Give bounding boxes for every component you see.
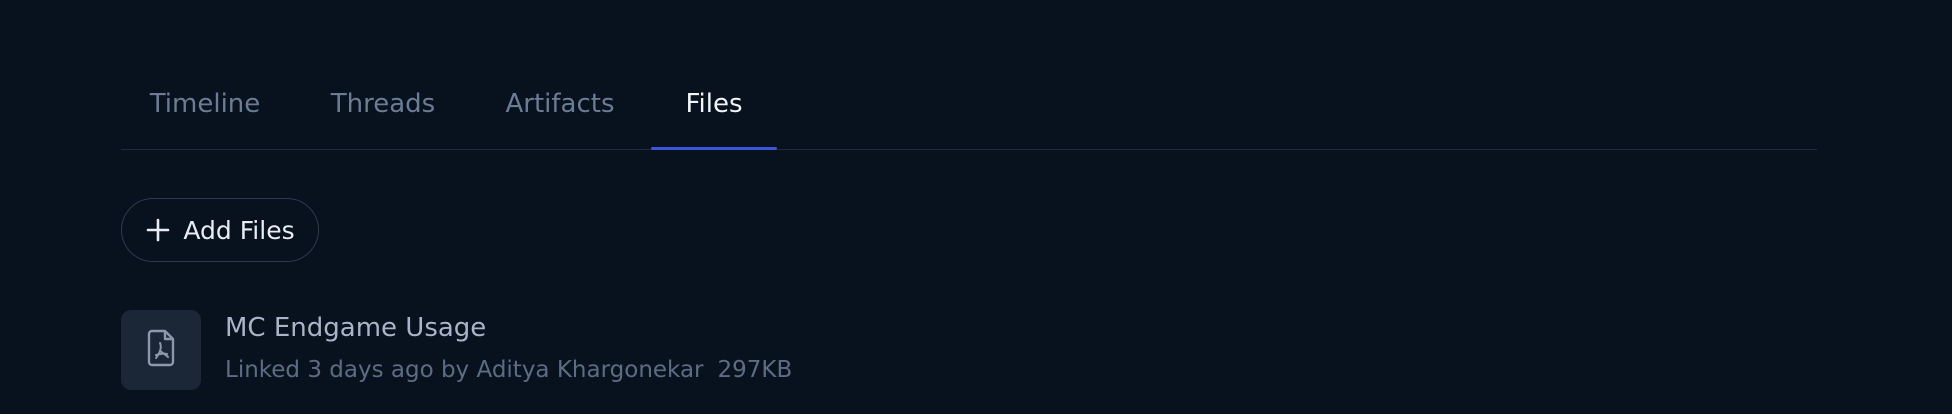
pdf-file-icon <box>145 329 177 371</box>
file-meta: Linked 3 days ago by Aditya Khargonekar 2… <box>225 356 792 384</box>
add-files-label: Add Files <box>183 215 295 245</box>
tab-threads[interactable]: Threads <box>299 58 467 149</box>
files-panel: Timeline Threads Artifacts Files Add Fil… <box>0 0 1952 414</box>
tab-artifacts[interactable]: Artifacts <box>476 58 644 149</box>
file-list-item[interactable]: MC Endgame Usage Linked 3 days ago by Ad… <box>121 310 1021 390</box>
tab-timeline[interactable]: Timeline <box>121 58 289 149</box>
file-name[interactable]: MC Endgame Usage <box>225 312 792 344</box>
plus-icon <box>145 217 171 243</box>
tab-files[interactable]: Files <box>651 58 777 150</box>
file-info: MC Endgame Usage Linked 3 days ago by Ad… <box>225 310 792 384</box>
file-size: 297KB <box>717 357 793 383</box>
tab-bar: Timeline Threads Artifacts Files <box>121 58 1817 150</box>
add-files-button[interactable]: Add Files <box>121 198 319 262</box>
file-thumbnail <box>121 310 201 390</box>
file-linked-text: Linked 3 days ago by Aditya Khargonekar <box>225 357 704 383</box>
